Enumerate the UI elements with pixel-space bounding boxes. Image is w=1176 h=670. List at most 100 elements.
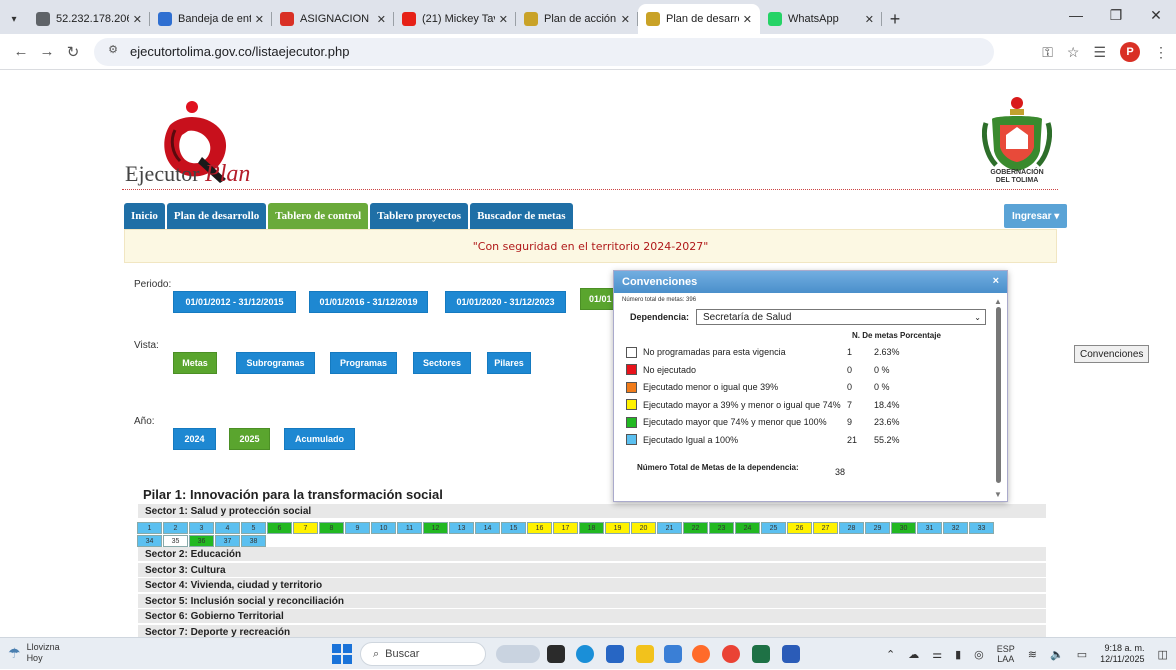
- close-window-icon[interactable]: ✕: [1136, 0, 1176, 30]
- reload-icon[interactable]: ↻: [60, 43, 86, 61]
- store-icon[interactable]: [606, 645, 624, 663]
- sector-row[interactable]: Sector 6: Gobierno Territorial: [138, 609, 1046, 624]
- browser-tab[interactable]: ASIGNACION Radica ✕: [272, 4, 394, 34]
- new-tab-button[interactable]: +: [882, 4, 908, 34]
- nav-item[interactable]: Inicio: [124, 203, 165, 229]
- vista-sectores-button[interactable]: Sectores: [413, 352, 471, 374]
- tab-close-icon[interactable]: ✕: [255, 13, 264, 26]
- widgets-icon[interactable]: [496, 645, 540, 663]
- tab-close-icon[interactable]: ✕: [133, 13, 142, 26]
- sector-row[interactable]: Sector 7: Deporte y recreación: [138, 625, 1046, 637]
- taskbar-search[interactable]: ⌕ Buscar: [360, 642, 486, 666]
- tab-close-icon[interactable]: ✕: [865, 13, 874, 26]
- bookmark-star-icon[interactable]: ☆: [1067, 44, 1080, 61]
- meta-cell[interactable]: 37: [215, 535, 240, 547]
- url-input[interactable]: ⚙ ejecutortolima.gov.co/listaejecutor.ph…: [94, 37, 994, 66]
- meta-cell[interactable]: 10: [371, 522, 396, 534]
- meta-cell[interactable]: 17: [553, 522, 578, 534]
- file-explorer-icon[interactable]: [636, 645, 654, 663]
- periodo-2012-button[interactable]: 01/01/2012 - 31/12/2015: [173, 291, 296, 313]
- meta-cell[interactable]: 14: [475, 522, 500, 534]
- meta-cell[interactable]: 22: [683, 522, 708, 534]
- vista-pilares-button[interactable]: Pilares: [487, 352, 531, 374]
- meta-cell[interactable]: 1: [137, 522, 162, 534]
- tab-close-icon[interactable]: ✕: [499, 13, 508, 26]
- meta-cell[interactable]: 32: [943, 522, 968, 534]
- password-key-icon[interactable]: ⚿: [1042, 44, 1053, 61]
- copilot-icon[interactable]: ◎: [974, 648, 984, 661]
- meta-cell[interactable]: 8: [319, 522, 344, 534]
- scroll-up-icon[interactable]: ▲: [994, 297, 1002, 306]
- meta-cell[interactable]: 34: [137, 535, 162, 547]
- sector-row[interactable]: Sector 5: Inclusión social y reconciliac…: [138, 594, 1046, 609]
- dialog-scrollbar[interactable]: ▲ ▼: [994, 297, 1003, 499]
- meta-cell[interactable]: 16: [527, 522, 552, 534]
- photos-icon[interactable]: [664, 645, 682, 663]
- back-icon[interactable]: ←: [8, 43, 34, 60]
- meta-cell[interactable]: 23: [709, 522, 734, 534]
- nav-item[interactable]: Tablero proyectos: [370, 203, 469, 229]
- anio-2024-button[interactable]: 2024: [173, 428, 216, 450]
- settings-sliders-icon[interactable]: ⚌: [932, 648, 942, 661]
- meta-cell[interactable]: 25: [761, 522, 786, 534]
- media-control-icon[interactable]: ☰: [1093, 44, 1106, 61]
- meta-cell[interactable]: 38: [241, 535, 266, 547]
- dependencia-select[interactable]: Secretaría de Salud ⌄: [696, 309, 986, 325]
- login-button[interactable]: Ingresar ▾: [1004, 204, 1068, 228]
- forward-icon[interactable]: →: [34, 43, 60, 60]
- chrome-icon[interactable]: [722, 645, 740, 663]
- tab-close-icon[interactable]: ✕: [743, 13, 752, 26]
- tab-search-icon[interactable]: ▾: [0, 4, 28, 34]
- meta-cell[interactable]: 9: [345, 522, 370, 534]
- nav-item[interactable]: Tablero de control: [268, 203, 369, 229]
- meta-cell[interactable]: 15: [501, 522, 526, 534]
- language-indicator[interactable]: ESP LAA: [997, 644, 1015, 664]
- site-info-icon[interactable]: ⚙: [104, 43, 122, 61]
- scroll-down-icon[interactable]: ▼: [994, 490, 1002, 499]
- periodo-2020-button[interactable]: 01/01/2020 - 31/12/2023: [445, 291, 566, 313]
- nav-item[interactable]: Buscador de metas: [470, 203, 573, 229]
- meta-cell[interactable]: 28: [839, 522, 864, 534]
- meta-cell[interactable]: 19: [605, 522, 630, 534]
- wifi-icon[interactable]: ≋: [1028, 648, 1037, 661]
- meta-cell[interactable]: 26: [787, 522, 812, 534]
- browser-tab[interactable]: 52.232.178.206/PCTV ✕: [28, 4, 150, 34]
- meta-cell[interactable]: 6: [267, 522, 292, 534]
- meta-cell[interactable]: 30: [891, 522, 916, 534]
- volume-icon[interactable]: 🔈: [1050, 648, 1064, 661]
- chart-icon[interactable]: ▮: [955, 648, 961, 661]
- browser-tab[interactable]: Bandeja de entrada ✕: [150, 4, 272, 34]
- excel-icon[interactable]: [752, 645, 770, 663]
- nav-item[interactable]: Plan de desarrollo: [166, 203, 267, 229]
- onedrive-icon[interactable]: ☁: [908, 648, 919, 661]
- vista-programas-button[interactable]: Programas: [330, 352, 397, 374]
- meta-cell[interactable]: 2: [163, 522, 188, 534]
- chevron-up-icon[interactable]: ⌃: [886, 648, 895, 661]
- sector-row[interactable]: Sector 4: Vivienda, ciudad y territorio: [138, 578, 1046, 593]
- meta-cell[interactable]: 13: [449, 522, 474, 534]
- notifications-icon[interactable]: ◫: [1158, 648, 1168, 661]
- convenciones-button[interactable]: Convenciones: [1074, 345, 1150, 363]
- vista-metas-button[interactable]: Metas: [173, 352, 217, 374]
- meta-cell[interactable]: 24: [735, 522, 760, 534]
- firefox-icon[interactable]: [692, 645, 710, 663]
- anio-acumulado-button[interactable]: Acumulado: [284, 428, 355, 450]
- meta-cell[interactable]: 36: [189, 535, 214, 547]
- meta-cell[interactable]: 31: [917, 522, 942, 534]
- tab-close-icon[interactable]: ✕: [621, 13, 630, 26]
- meta-cell[interactable]: 12: [423, 522, 448, 534]
- meta-cell[interactable]: 5: [241, 522, 266, 534]
- meta-cell[interactable]: 7: [293, 522, 318, 534]
- meta-cell[interactable]: 3: [189, 522, 214, 534]
- meta-cell[interactable]: 11: [397, 522, 422, 534]
- browser-tab[interactable]: Plan de acción || Sist ✕: [516, 4, 638, 34]
- dialog-close-icon[interactable]: ×: [993, 275, 999, 287]
- meta-cell[interactable]: 18: [579, 522, 604, 534]
- restore-icon[interactable]: ❐: [1096, 0, 1136, 30]
- minimize-icon[interactable]: —: [1056, 0, 1096, 30]
- word-icon[interactable]: [782, 645, 800, 663]
- profile-avatar[interactable]: P: [1120, 42, 1140, 62]
- browser-menu-icon[interactable]: ⋮: [1154, 44, 1168, 61]
- sector-row[interactable]: Sector 2: Educación: [138, 547, 1046, 562]
- meta-cell[interactable]: 21: [657, 522, 682, 534]
